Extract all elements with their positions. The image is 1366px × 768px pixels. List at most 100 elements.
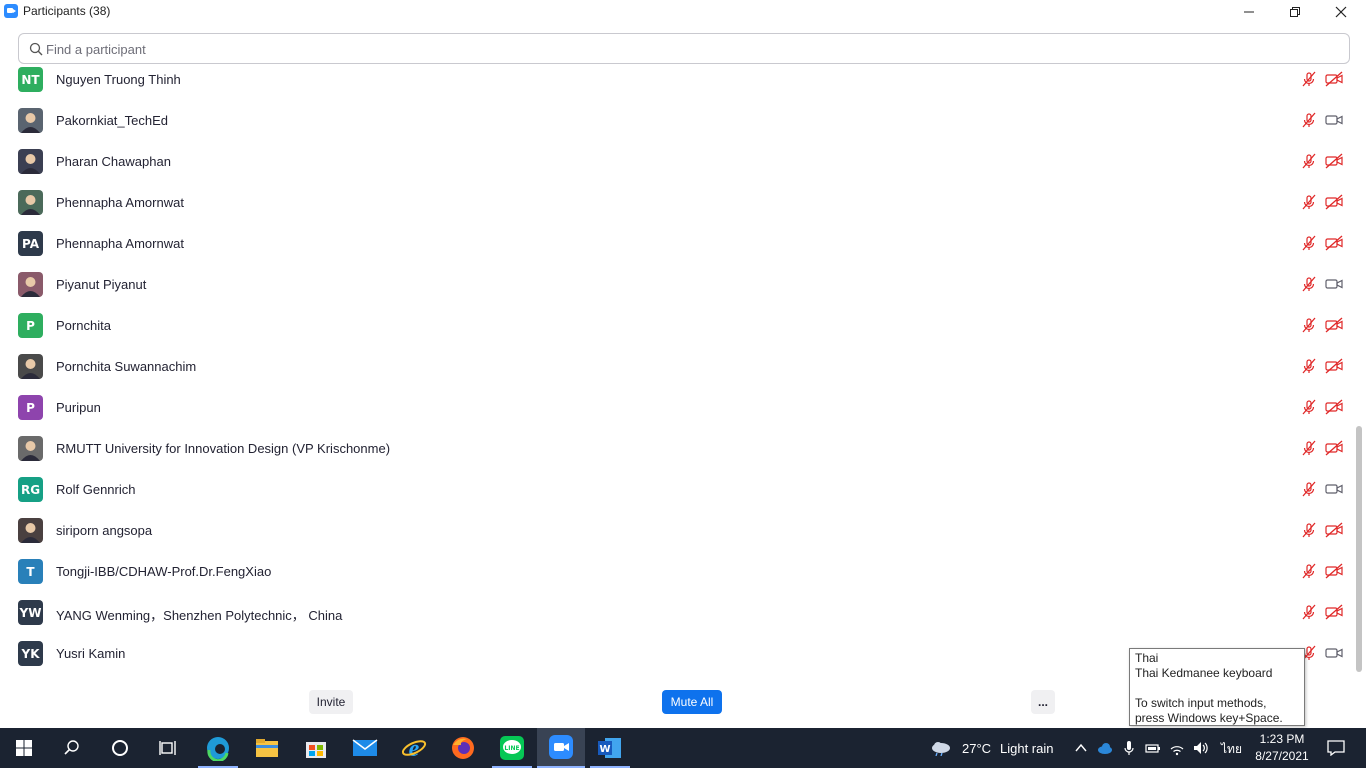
taskbar-word[interactable]: W bbox=[586, 728, 634, 768]
muted-microphone-icon[interactable] bbox=[1301, 563, 1317, 579]
mail-icon bbox=[352, 739, 378, 756]
participant-row[interactable]: T Tongji-IBB/CDHAW-Prof.Dr.FengXiao bbox=[0, 551, 1354, 592]
onedrive-icon[interactable] bbox=[1097, 740, 1113, 756]
muted-microphone-icon[interactable] bbox=[1301, 481, 1317, 497]
search-icon bbox=[64, 740, 79, 755]
participant-row[interactable]: siriporn angsopa bbox=[0, 510, 1354, 551]
participant-row[interactable]: Pakornkiat_TechEd bbox=[0, 100, 1354, 141]
participant-name: Phennapha Amornwat bbox=[56, 236, 184, 251]
participant-row[interactable]: RG Rolf Gennrich bbox=[0, 469, 1354, 510]
search-icon bbox=[29, 42, 43, 56]
video-camera-icon[interactable] bbox=[1325, 645, 1343, 661]
taskbar-mail[interactable] bbox=[341, 728, 389, 768]
video-off-icon[interactable] bbox=[1325, 235, 1343, 251]
muted-microphone-icon[interactable] bbox=[1301, 276, 1317, 292]
folder-icon bbox=[256, 739, 278, 757]
participant-row[interactable]: P Pornchita bbox=[0, 305, 1354, 346]
muted-microphone-icon[interactable] bbox=[1301, 440, 1317, 456]
video-off-icon[interactable] bbox=[1325, 440, 1343, 456]
video-off-icon[interactable] bbox=[1325, 153, 1343, 169]
muted-microphone-icon[interactable] bbox=[1301, 604, 1317, 620]
taskbar-store[interactable] bbox=[292, 728, 340, 768]
participant-row[interactable]: P Puripun bbox=[0, 387, 1354, 428]
video-off-icon[interactable] bbox=[1325, 358, 1343, 374]
participant-name: YANG Wenming，Shenzhen Polytechnic， China bbox=[56, 608, 343, 623]
video-camera-icon[interactable] bbox=[1325, 276, 1343, 292]
taskbar-zoom[interactable] bbox=[537, 728, 585, 768]
weather-icon bbox=[932, 742, 950, 756]
participant-row[interactable]: Phennapha Amornwat bbox=[0, 182, 1354, 223]
taskbar-search-button[interactable] bbox=[48, 728, 96, 768]
task-view-button[interactable] bbox=[144, 728, 192, 768]
avatar: NT bbox=[18, 67, 43, 92]
video-off-icon[interactable] bbox=[1325, 71, 1343, 87]
participant-row[interactable]: Pharan Chawaphan bbox=[0, 141, 1354, 182]
minimize-icon bbox=[1244, 11, 1254, 13]
clock-date[interactable]: 8/27/2021 bbox=[1250, 749, 1314, 763]
taskbar-internet-explorer[interactable]: e bbox=[390, 728, 438, 768]
microphone-icon[interactable] bbox=[1121, 740, 1137, 756]
participant-row[interactable]: RMUTT University for Innovation Design (… bbox=[0, 428, 1354, 469]
participant-row[interactable]: PA Phennapha Amornwat bbox=[0, 223, 1354, 264]
avatar: PA bbox=[18, 231, 43, 256]
input-language-indicator[interactable]: ไทย bbox=[1221, 740, 1242, 759]
video-off-icon[interactable] bbox=[1325, 604, 1343, 620]
avatar bbox=[18, 149, 43, 174]
taskbar-firefox[interactable] bbox=[439, 728, 487, 768]
video-off-icon[interactable] bbox=[1325, 317, 1343, 333]
internet-explorer-icon: e bbox=[401, 736, 427, 761]
tooltip-keyboard: Thai Kedmanee keyboard bbox=[1135, 666, 1273, 680]
participant-row[interactable]: NT Nguyen Truong Thinh bbox=[0, 59, 1354, 100]
muted-microphone-icon[interactable] bbox=[1301, 358, 1317, 374]
close-button[interactable] bbox=[1318, 0, 1364, 24]
video-off-icon[interactable] bbox=[1325, 194, 1343, 210]
volume-icon[interactable] bbox=[1192, 740, 1208, 756]
video-off-icon[interactable] bbox=[1325, 399, 1343, 415]
muted-microphone-icon[interactable] bbox=[1301, 153, 1317, 169]
more-options-button[interactable]: ... bbox=[1031, 690, 1055, 714]
muted-microphone-icon[interactable] bbox=[1301, 112, 1317, 128]
taskbar-file-explorer[interactable] bbox=[243, 728, 291, 768]
scrollbar[interactable] bbox=[1356, 68, 1362, 674]
video-camera-icon[interactable] bbox=[1325, 112, 1343, 128]
input-method-tooltip: Thai Thai Kedmanee keyboard To switch in… bbox=[1129, 648, 1305, 726]
notification-center-button[interactable] bbox=[1316, 728, 1356, 768]
participant-name: Phennapha Amornwat bbox=[56, 195, 184, 210]
wifi-icon[interactable] bbox=[1169, 740, 1185, 756]
scrollbar-thumb[interactable] bbox=[1356, 426, 1362, 672]
participant-name: Piyanut Piyanut bbox=[56, 277, 147, 292]
participant-row[interactable]: Pornchita Suwannachim bbox=[0, 346, 1354, 387]
muted-microphone-icon[interactable] bbox=[1301, 317, 1317, 333]
video-off-icon[interactable] bbox=[1325, 522, 1343, 538]
chevron-up-icon[interactable] bbox=[1073, 740, 1089, 756]
taskbar-line[interactable]: LINE bbox=[488, 728, 536, 768]
start-button[interactable] bbox=[0, 728, 48, 768]
weather-description[interactable]: Light rain bbox=[1000, 741, 1053, 756]
minimize-button[interactable] bbox=[1226, 0, 1272, 24]
muted-microphone-icon[interactable] bbox=[1301, 522, 1317, 538]
participant-row[interactable]: Piyanut Piyanut bbox=[0, 264, 1354, 305]
video-camera-icon[interactable] bbox=[1325, 481, 1343, 497]
avatar bbox=[18, 108, 43, 133]
video-off-icon[interactable] bbox=[1325, 563, 1343, 579]
participant-row[interactable]: YW YANG Wenming，Shenzhen Polytechnic， Chi… bbox=[0, 592, 1354, 633]
restore-icon bbox=[1290, 7, 1300, 17]
window-title: Participants (38) bbox=[23, 4, 111, 18]
participant-list[interactable]: NT Nguyen Truong Thinh Pakornkiat_TechEd Ph… bbox=[0, 59, 1354, 673]
restore-button[interactable] bbox=[1272, 0, 1318, 24]
participant-name: Pakornkiat_TechEd bbox=[56, 113, 169, 128]
muted-microphone-icon[interactable] bbox=[1301, 399, 1317, 415]
invite-button[interactable]: Invite bbox=[309, 690, 353, 714]
weather-temperature[interactable]: 27°C bbox=[962, 741, 991, 756]
muted-microphone-icon[interactable] bbox=[1301, 71, 1317, 87]
clock-time[interactable]: 1:23 PM bbox=[1256, 732, 1308, 746]
avatar: T bbox=[18, 559, 43, 584]
muted-microphone-icon[interactable] bbox=[1301, 235, 1317, 251]
mute-all-button[interactable]: Mute All bbox=[662, 690, 722, 714]
battery-icon[interactable] bbox=[1145, 740, 1161, 756]
participant-name: Puripun bbox=[56, 400, 101, 415]
muted-microphone-icon[interactable] bbox=[1301, 194, 1317, 210]
cortana-button[interactable] bbox=[96, 728, 144, 768]
search-input[interactable] bbox=[46, 40, 1336, 58]
taskbar-edge[interactable] bbox=[194, 728, 242, 768]
